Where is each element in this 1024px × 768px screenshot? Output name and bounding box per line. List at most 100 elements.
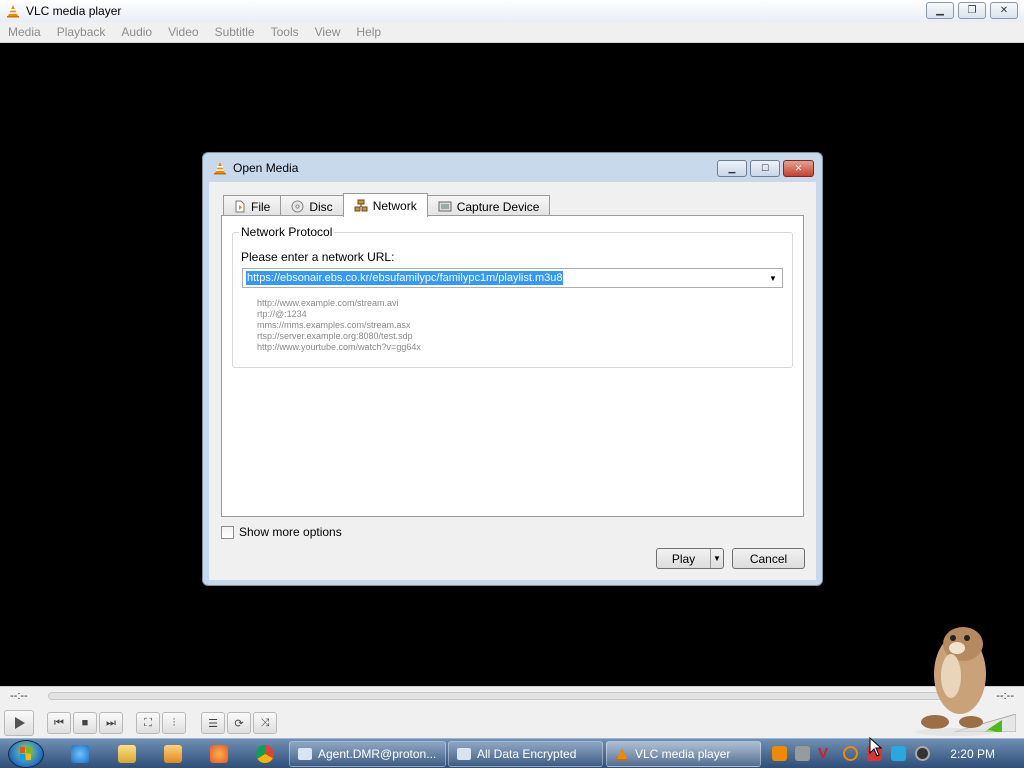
minimize-button[interactable]: ▁	[926, 2, 954, 19]
menu-playback[interactable]: Playback	[49, 25, 114, 39]
dialog-title-bar[interactable]: Open Media ▁ ☐ ✕	[203, 153, 822, 183]
window-icon	[298, 748, 312, 760]
tab-disc[interactable]: Disc	[280, 195, 344, 217]
maximize-icon: ☐	[760, 163, 770, 173]
fullscreen-icon: ⛶	[144, 716, 152, 729]
elapsed-time: --:--	[10, 690, 28, 702]
dialog-close-button[interactable]: ✕	[783, 160, 814, 177]
antivirus-icon[interactable]: V	[818, 746, 833, 761]
dialog-body: File Disc Network Capture Device Network…	[209, 182, 816, 580]
play-button-label: Play	[671, 551, 696, 566]
shuffle-icon: ⤨	[260, 716, 270, 729]
taskbar-item-agent[interactable]: Agent.DMR@proton...	[289, 741, 446, 767]
tab-file[interactable]: File	[223, 195, 282, 217]
url-label: Please enter a network URL:	[241, 250, 395, 264]
dialog-maximize-button[interactable]: ☐	[750, 160, 780, 177]
vlc-cone-icon	[7, 5, 19, 18]
menu-audio[interactable]: Audio	[113, 25, 160, 39]
tab-label: Network	[372, 198, 417, 213]
window-title: VLC media player	[26, 4, 122, 18]
seek-slider[interactable]	[48, 692, 976, 700]
show-more-options-label: Show more options	[239, 525, 342, 539]
next-button[interactable]: ⏭	[99, 712, 123, 734]
system-tray: V 2:20 PM	[764, 739, 1024, 768]
url-example: http://www.yourtube.com/watch?v=gg64x	[257, 342, 421, 352]
previous-icon: ⏮	[54, 716, 64, 729]
tab-capture-device[interactable]: Capture Device	[426, 195, 551, 217]
menu-video[interactable]: Video	[160, 25, 206, 39]
internet-explorer-icon[interactable]	[71, 745, 89, 763]
network-url-combobox[interactable]: https://ebsonair.ebs.co.kr/ebsufamilypc/…	[242, 268, 783, 288]
play-button[interactable]: Play ▼	[656, 548, 724, 569]
gopher-mascot-image	[915, 627, 995, 736]
url-examples: http://www.example.com/stream.avi rtp://…	[257, 298, 421, 353]
group-title: Network Protocol	[239, 225, 335, 239]
speaker-icon[interactable]	[915, 746, 930, 761]
clock: 2:20 PM	[950, 747, 995, 761]
loop-button[interactable]: ⟳	[227, 712, 251, 734]
open-media-dialog: Open Media ▁ ☐ ✕ File Disc Network Captu…	[202, 152, 823, 586]
tab-bar: File Disc Network Capture Device	[223, 193, 551, 217]
taskbar-item-vlc[interactable]: VLC media player	[606, 741, 761, 767]
taskbar-item-all-data-encrypted[interactable]: All Data Encrypted	[448, 741, 603, 767]
equalizer-icon: ⫶	[172, 716, 176, 729]
file-explorer-icon[interactable]	[118, 745, 136, 763]
cancel-button[interactable]: Cancel	[732, 548, 805, 569]
random-button[interactable]: ⤨	[253, 712, 277, 734]
chrome-icon[interactable]	[256, 745, 274, 763]
restore-button[interactable]: ❐	[958, 2, 986, 19]
menu-tools[interactable]: Tools	[263, 25, 307, 39]
extended-settings-button[interactable]: ⫶	[162, 712, 186, 734]
close-button[interactable]: ✕	[990, 2, 1018, 19]
cancel-button-label: Cancel	[749, 551, 788, 566]
window-icon	[457, 748, 471, 760]
capture-device-icon	[438, 201, 452, 211]
paint-icon[interactable]	[210, 745, 228, 763]
show-more-options-checkbox[interactable]	[221, 525, 234, 539]
task-label: VLC media player	[635, 747, 731, 761]
media-player-icon[interactable]	[164, 745, 182, 763]
previous-button[interactable]: ⏮	[47, 712, 71, 734]
menu-view[interactable]: View	[307, 25, 349, 39]
close-icon: ✕	[794, 163, 803, 173]
tab-label: Disc	[309, 199, 333, 214]
restore-icon: ❐	[967, 5, 977, 16]
fullscreen-button[interactable]: ⛶	[136, 712, 160, 734]
tab-label: Capture Device	[456, 199, 540, 214]
stop-button[interactable]: ■	[73, 712, 97, 734]
network-tray-icon[interactable]	[795, 746, 810, 761]
play-icon	[15, 717, 25, 729]
network-tab-panel: Network Protocol Please enter a network …	[221, 215, 804, 517]
vlc-cone-icon	[214, 162, 226, 175]
task-label: All Data Encrypted	[477, 747, 577, 761]
menu-help[interactable]: Help	[348, 25, 389, 39]
disc-icon	[291, 200, 304, 213]
vlc-tray-icon[interactable]	[772, 746, 787, 761]
start-button[interactable]	[8, 740, 44, 768]
url-example: http://www.example.com/stream.avi	[257, 298, 399, 308]
menu-bar: Media Playback Audio Video Subtitle Tool…	[0, 22, 1024, 43]
chevron-down-icon[interactable]: ▼	[710, 549, 723, 568]
play-pause-button[interactable]	[4, 710, 34, 736]
windows-logo-icon	[20, 747, 31, 760]
playlist-button[interactable]: ☰	[201, 712, 225, 734]
chevron-down-icon[interactable]: ▼	[766, 271, 780, 285]
network-url-input[interactable]: https://ebsonair.ebs.co.kr/ebsufamilypc/…	[246, 271, 564, 285]
menu-media[interactable]: Media	[0, 25, 49, 39]
tab-label: File	[251, 199, 271, 214]
url-example: rtsp://server.example.org:8080/test.sdp	[257, 331, 413, 341]
show-more-options[interactable]: Show more options	[221, 525, 342, 539]
close-icon: ✕	[999, 5, 1009, 16]
loop-icon: ⟳	[234, 717, 244, 730]
playback-controls: --:-- --:-- ⏮ ■ ⏭ ⛶ ⫶ ☰ ⟳ ⤨	[0, 686, 1024, 738]
tab-network[interactable]: Network	[342, 193, 428, 217]
search-tray-icon[interactable]	[843, 746, 858, 761]
minimize-icon: ▁	[728, 163, 736, 173]
task-label: Agent.DMR@proton...	[318, 747, 437, 761]
vlc-cone-icon	[616, 748, 628, 761]
menu-subtitle[interactable]: Subtitle	[207, 25, 263, 39]
dialog-title: Open Media	[233, 161, 299, 175]
dialog-minimize-button[interactable]: ▁	[717, 160, 747, 177]
display-icon[interactable]	[891, 746, 906, 761]
playlist-icon: ☰	[208, 717, 218, 730]
